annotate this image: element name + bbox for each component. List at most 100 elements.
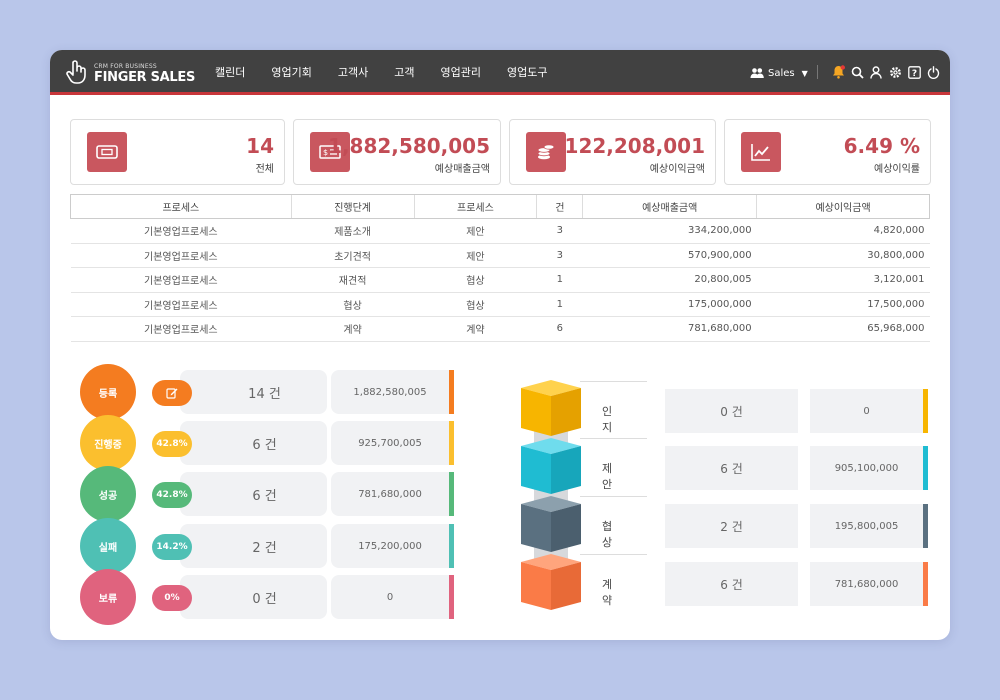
table-cell: 협상	[414, 292, 537, 317]
stage-count: 6 건	[665, 446, 798, 490]
table-cell: 제안	[414, 218, 537, 244]
stat-card-expected-profit: 122,208,001 예상이익금액	[509, 119, 716, 185]
column-header[interactable]: 프로세스	[413, 194, 537, 219]
status-circle: 등록	[80, 364, 136, 420]
gear-icon[interactable]	[888, 63, 902, 81]
column-header[interactable]: 건	[536, 194, 583, 219]
stage-divider	[580, 496, 647, 497]
logo-text: FINGER SALES	[94, 70, 196, 85]
table-cell: 781,680,000	[582, 316, 757, 342]
edit-button[interactable]	[152, 380, 192, 406]
table-cell: 협상	[291, 292, 415, 317]
table-cell: 계약	[291, 316, 415, 342]
help-icon[interactable]: ?	[907, 63, 921, 81]
main-nav: 캘린더 영업기회 고객사 고객 영업관리 영업도구	[202, 50, 560, 95]
column-header[interactable]: 예상매출금액	[582, 194, 757, 219]
column-header[interactable]: 진행단계	[290, 194, 415, 219]
nav-sales-management[interactable]: 영업관리	[427, 50, 493, 95]
table-cell: 기본영업프로세스	[70, 243, 292, 268]
table-cell: 초기견적	[291, 243, 415, 268]
stage-name: 인지	[602, 405, 613, 434]
column-header[interactable]: 예상이익금액	[756, 194, 930, 219]
stage-amount: 0	[810, 389, 928, 433]
table-cell: 기본영업프로세스	[70, 316, 292, 342]
stat-label: 예상이익률	[874, 164, 920, 175]
header-tools: ?	[831, 63, 940, 81]
stat-card-expected-revenue: $ 1,882,580,005 예상매출금액	[293, 119, 501, 185]
stage-divider	[580, 554, 647, 555]
stage-divider	[580, 381, 647, 382]
table-row[interactable]: 기본영업프로세스 계약 계약 6 781,680,000 65,968,000	[70, 316, 930, 342]
stat-card-total: 14 전체	[70, 119, 285, 185]
chevron-down-icon: ▼	[801, 68, 808, 78]
table-cell: 6	[536, 316, 583, 342]
stat-label: 예상이익금액	[649, 164, 705, 175]
nav-calendar[interactable]: 캘린더	[202, 50, 258, 95]
stage-name: 제안	[602, 462, 613, 491]
column-header[interactable]: 프로세스	[70, 194, 292, 219]
status-percent-badge: 14.2%	[152, 534, 192, 560]
header-divider	[817, 65, 818, 79]
table-row[interactable]: 기본영업프로세스 제품소개 제안 3 334,200,000 4,820,000	[70, 218, 930, 244]
coins-icon	[526, 132, 566, 172]
status-percent-badge: 42.8%	[152, 482, 192, 508]
search-icon[interactable]	[850, 63, 864, 81]
edit-icon	[166, 388, 178, 399]
table-cell: 20,800,005	[582, 267, 757, 293]
table-cell: 570,900,000	[582, 243, 757, 268]
stage-amount: 781,680,000	[810, 562, 928, 606]
table-cell: 3	[536, 218, 583, 244]
chart-icon	[741, 132, 781, 172]
nav-accounts[interactable]: 고객사	[325, 50, 381, 95]
stat-value: 6.49 %	[843, 134, 920, 158]
table-cell: 4,820,000	[756, 218, 930, 244]
user-group-dropdown[interactable]: Sales ▼	[750, 64, 808, 82]
status-percent-badge: 42.8%	[152, 431, 192, 457]
stage-divider	[580, 438, 647, 439]
stage-count: 2 건	[665, 504, 798, 548]
nav-customers[interactable]: 고객	[381, 50, 427, 95]
status-count: 0 건	[180, 575, 327, 619]
dashboard-window: CRM FOR BUSINESS FINGER SALES 캘린더 영업기회 고…	[50, 50, 950, 640]
stat-card-profit-rate: 6.49 % 예상이익률	[724, 119, 931, 185]
stage-amount: 905,100,000	[810, 446, 928, 490]
logo[interactable]: CRM FOR BUSINESS FINGER SALES	[64, 58, 196, 88]
stat-label: 예상매출금액	[434, 164, 490, 175]
status-circle: 보류	[80, 569, 136, 625]
status-amount: 781,680,000	[331, 472, 454, 516]
table-cell: 기본영업프로세스	[70, 267, 292, 293]
user-icon[interactable]	[869, 63, 883, 81]
logo-tagline: CRM FOR BUSINESS	[94, 63, 157, 70]
table-cell: 1	[536, 292, 583, 317]
nav-sales-tools[interactable]: 영업도구	[494, 50, 560, 95]
stat-value: 122,208,001	[564, 134, 705, 158]
nav-opportunities[interactable]: 영업기회	[258, 50, 324, 95]
table-cell: 계약	[414, 316, 537, 342]
table-cell: 17,500,000	[756, 292, 930, 317]
bell-icon[interactable]	[831, 63, 845, 81]
stage-name: 협상	[602, 520, 613, 549]
table-cell: 기본영업프로세스	[70, 218, 292, 244]
table-row[interactable]: 기본영업프로세스 협상 협상 1 175,000,000 17,500,000	[70, 292, 930, 317]
table-cell: 30,800,000	[756, 243, 930, 268]
stat-value: 14	[246, 134, 274, 158]
users-icon	[750, 68, 764, 78]
pointing-hand-icon	[66, 60, 86, 84]
table-cell: 재견적	[291, 267, 415, 293]
power-icon[interactable]	[926, 63, 940, 81]
table-cell: 협상	[414, 267, 537, 293]
table-cell: 제안	[414, 243, 537, 268]
status-count: 6 건	[180, 472, 327, 516]
stage-name: 계약	[602, 578, 613, 607]
table-row[interactable]: 기본영업프로세스 재견적 협상 1 20,800,005 3,120,001	[70, 267, 930, 293]
table-cell: 제품소개	[291, 218, 415, 244]
status-amount: 1,882,580,005	[331, 370, 454, 414]
status-amount: 925,700,005	[331, 421, 454, 465]
table-row[interactable]: 기본영업프로세스 초기견적 제안 3 570,900,000 30,800,000	[70, 243, 930, 268]
table-cell: 1	[536, 267, 583, 293]
stage-amount: 195,800,005	[810, 504, 928, 548]
status-circle: 성공	[80, 466, 136, 522]
table-cell: 3	[536, 243, 583, 268]
table-cell: 65,968,000	[756, 316, 930, 342]
status-count: 14 건	[180, 370, 327, 414]
